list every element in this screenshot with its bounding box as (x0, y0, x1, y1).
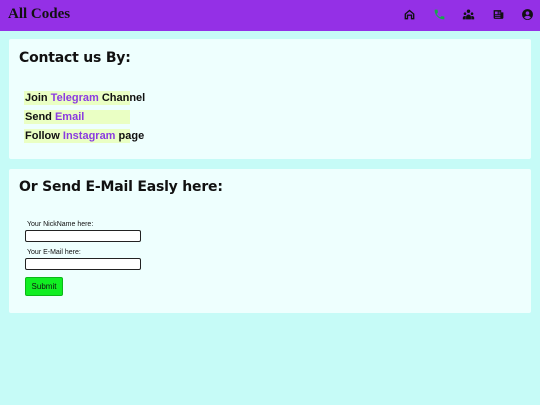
contact-instagram-prefix: Follow (25, 130, 63, 142)
top-navbar: All Codes (0, 0, 540, 31)
newspaper-icon[interactable] (491, 7, 505, 21)
email-link[interactable]: Email (55, 111, 84, 123)
contact-instagram: Follow Instagram page (24, 129, 144, 143)
contact-telegram-prefix: Join (25, 92, 51, 104)
people-icon[interactable] (461, 7, 475, 21)
email-input[interactable] (25, 258, 141, 270)
telegram-link[interactable]: Telegram (51, 92, 99, 104)
email-form-title: Or Send E-Mail Easly here: (19, 179, 223, 195)
email-form-card: Or Send E-Mail Easly here: Your NickName… (9, 169, 531, 313)
contact-telegram-suffix: Channel (98, 92, 146, 104)
contact-email-prefix: Send (25, 111, 55, 123)
contact-email: Send Email (24, 110, 130, 124)
instagram-link[interactable]: Instagram (63, 130, 116, 142)
contact-card: Contact us By: Join Telegram Channel Sen… (9, 39, 531, 159)
nickname-input[interactable] (25, 230, 141, 242)
site-title[interactable]: All Codes (8, 6, 70, 23)
nickname-label: Your NickName here: (27, 221, 94, 228)
phone-icon[interactable] (432, 7, 446, 21)
contact-telegram: Join Telegram Channel (24, 91, 145, 105)
contact-card-title: Contact us By: (19, 50, 131, 66)
submit-button[interactable]: Submit (25, 277, 63, 296)
email-label: Your E-Mail here: (27, 249, 81, 256)
contact-instagram-suffix: page (115, 130, 145, 142)
account-icon[interactable] (520, 7, 534, 21)
home-icon[interactable] (402, 7, 416, 21)
